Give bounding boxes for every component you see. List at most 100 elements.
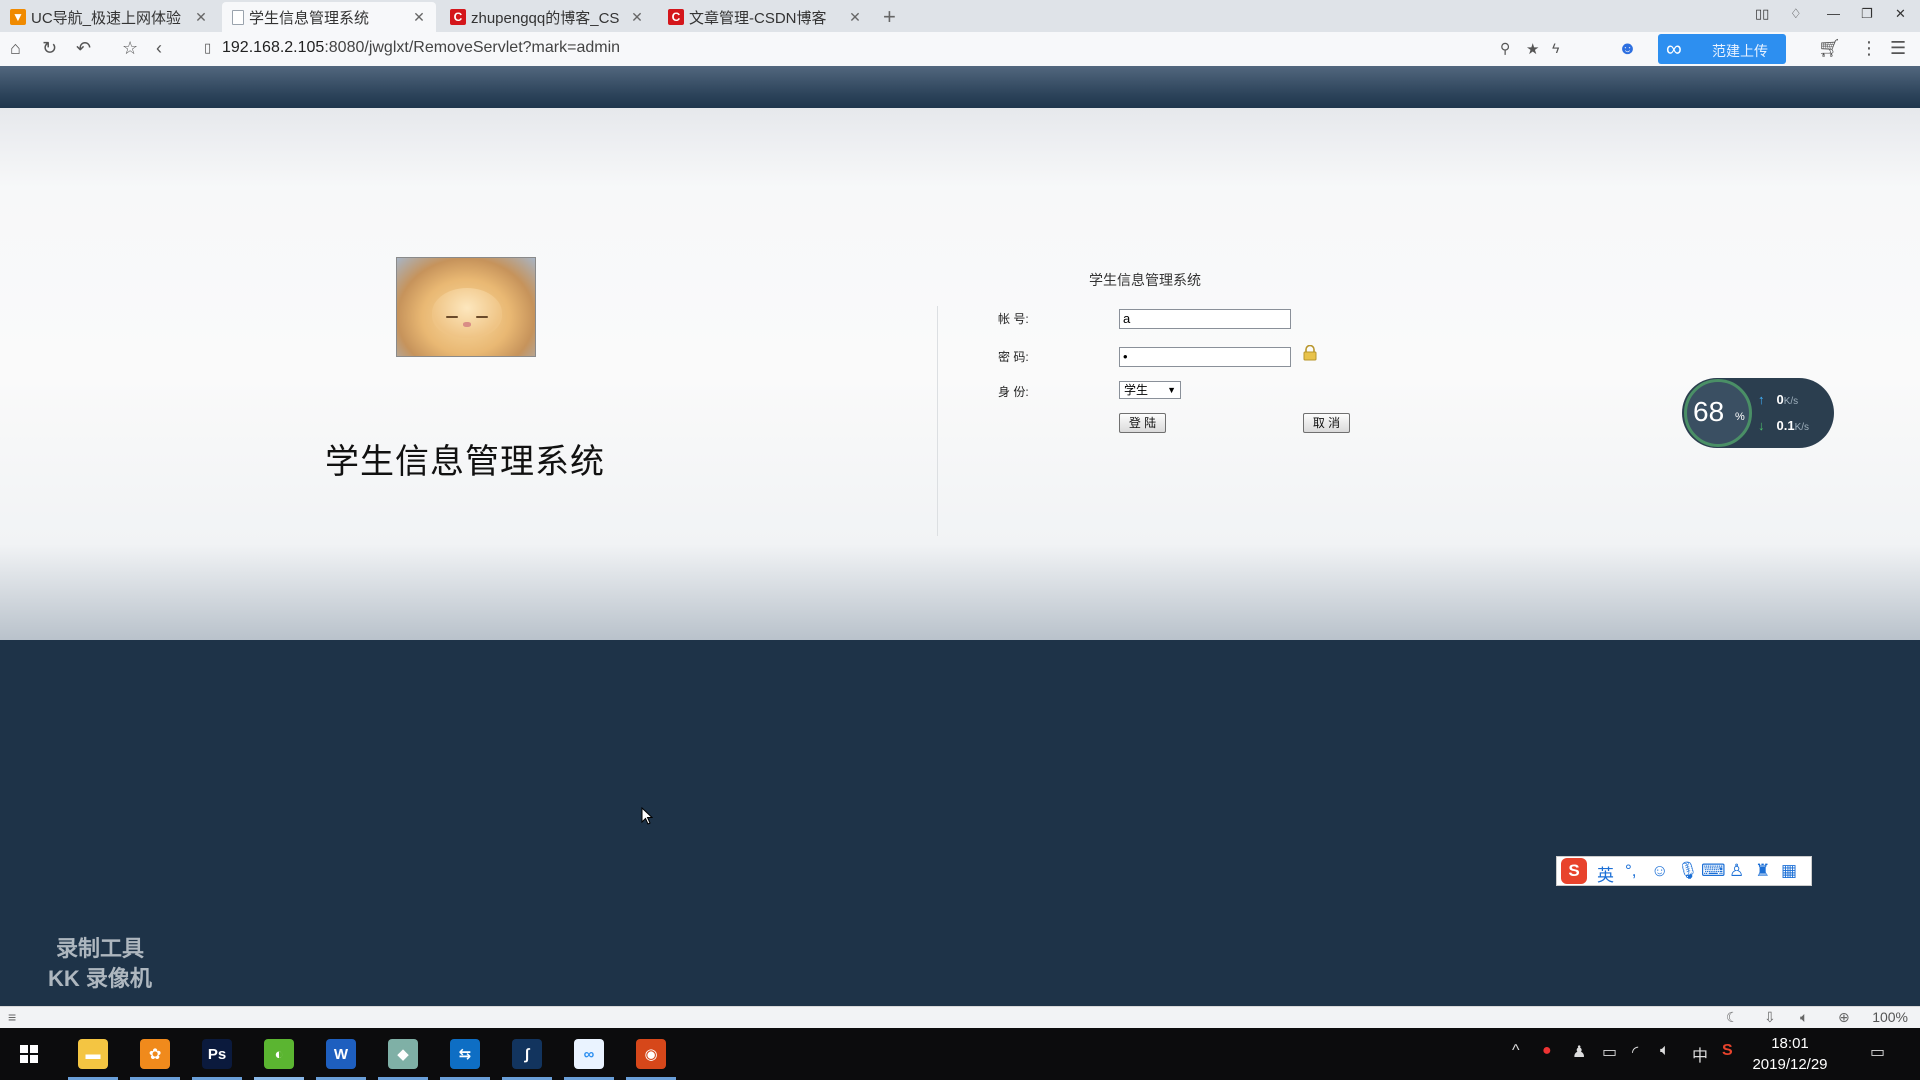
browser-tab-bar: ▼ UC导航_极速上网体验 ✕ 学生信息管理系统 ✕ C zhupengqq的博…	[0, 0, 1920, 32]
close-icon[interactable]: ✕	[410, 9, 428, 26]
star-icon[interactable]: ☆	[122, 38, 138, 59]
footer-band	[0, 640, 1920, 1006]
keyboard-icon[interactable]: ⌨	[1701, 861, 1726, 881]
tab-csdn-blog[interactable]: C zhupengqq的博客_CS ✕	[440, 2, 654, 32]
login-panel	[0, 108, 1920, 640]
reload-icon[interactable]: ↻	[42, 38, 57, 59]
microphone-icon[interactable]: 🎙︎	[1677, 861, 1699, 881]
notifications-icon[interactable]: ▭	[1870, 1042, 1885, 1062]
sidebar-toggle-icon[interactable]: ≡	[8, 1009, 16, 1025]
ime-lang-indicator[interactable]: 中	[1692, 1042, 1708, 1066]
kitten-face	[432, 288, 502, 338]
speed-unit: K/s	[1783, 396, 1799, 407]
restore-icon[interactable]: ❐	[1861, 6, 1873, 22]
upload-arrow-icon: ↑	[1758, 392, 1765, 407]
app-record-icon[interactable]: ◉	[636, 1039, 666, 1069]
watermark-line2: KK 录像机	[48, 966, 152, 991]
undo-icon[interactable]: ↶	[76, 38, 91, 59]
tab-csdn-articles[interactable]: C 文章管理-CSDN博客 ✕	[658, 2, 872, 32]
sogou-s-icon[interactable]: S	[1561, 858, 1587, 884]
tab-student-system[interactable]: 学生信息管理系统 ✕	[222, 2, 436, 32]
account-input[interactable]: a	[1119, 309, 1291, 329]
panel-divider	[937, 306, 938, 536]
form-title: 学生信息管理系统	[1089, 272, 1201, 288]
page-icon: ▯	[204, 40, 212, 55]
punctuation-icon[interactable]: °,	[1625, 861, 1637, 881]
windows-taskbar: ▬ ✿ Ps ◐ W ◆ ⇆ ∫ ∞ ◉ ^ ● ♟ ▭ ◜ 🔈︎ 中 S 18:01 2019/…	[0, 1028, 1920, 1080]
password-input[interactable]: •	[1119, 347, 1291, 367]
browser-status-bar: ≡ ☾ ⇩ 🔈︎ ⊕ 100%	[0, 1006, 1920, 1029]
skin-icon[interactable]: ♢	[1790, 6, 1802, 22]
volume-icon[interactable]: 🔈︎	[1800, 1009, 1808, 1026]
cart-icon[interactable]: 🛒︎	[1818, 38, 1841, 59]
nose	[463, 322, 471, 327]
role-select[interactable]: 学生 ▼	[1119, 381, 1181, 399]
app-green-icon[interactable]: ◐	[264, 1039, 294, 1069]
app-pen-icon[interactable]: ∫	[512, 1039, 542, 1069]
close-window-icon[interactable]: ✕	[1895, 6, 1906, 22]
recorder-watermark: 录制工具 KK 录像机	[30, 934, 170, 994]
file-explorer-icon[interactable]: ▬	[78, 1039, 108, 1069]
app-orange-icon[interactable]: ✿	[140, 1039, 170, 1069]
close-icon[interactable]: ✕	[846, 9, 864, 26]
windows-start-icon[interactable]	[20, 1045, 38, 1063]
lightning-icon[interactable]: ϟ	[1552, 40, 1559, 56]
upload-speed-value: 0	[1776, 392, 1784, 407]
toolbox-icon[interactable]: ▦	[1781, 861, 1797, 881]
zoom-level[interactable]: 100%	[1872, 1009, 1908, 1025]
role-selected-value: 学生	[1124, 383, 1149, 397]
download-speed-value: 0.1	[1776, 418, 1795, 433]
sogou-tray-icon[interactable]: S	[1722, 1042, 1733, 1060]
taskbar-clock[interactable]: 18:01 2019/12/29	[1740, 1033, 1840, 1075]
download-arrow-icon: ↓	[1758, 418, 1765, 433]
cancel-button[interactable]: 取 消	[1303, 413, 1350, 433]
more-icon[interactable]: ⋮	[1860, 38, 1878, 59]
download-icon[interactable]: ⇩	[1764, 1009, 1776, 1026]
new-tab-button[interactable]: +	[883, 4, 896, 30]
back-icon[interactable]: ‹	[156, 38, 162, 59]
baidu-cloud-icon[interactable]: ∞	[574, 1039, 604, 1069]
ime-toolbar[interactable]: S 英 °, ☺ 🎙︎ ⌨ ♙ ♜ ▦	[1556, 856, 1812, 886]
extension-icon[interactable]: ⚲	[1500, 40, 1510, 57]
kitten-image	[396, 257, 536, 357]
memory-percent: 68	[1693, 396, 1725, 427]
tab-uc-nav[interactable]: ▼ UC导航_极速上网体验 ✕	[0, 2, 218, 32]
close-icon[interactable]: ✕	[192, 9, 210, 26]
upload-label: 范建上传	[1712, 43, 1768, 59]
uc-favicon-icon: ▼	[10, 9, 26, 25]
teamviewer-icon[interactable]: ⇆	[450, 1039, 480, 1069]
password-label: 密 码:	[998, 350, 1029, 364]
page-favicon-icon	[232, 9, 244, 25]
ime-mode[interactable]: 英	[1597, 861, 1614, 886]
tray-app-icon[interactable]: ●	[1542, 1042, 1552, 1060]
speaker-icon[interactable]: 🔈︎	[1660, 1042, 1670, 1060]
emoji-icon[interactable]: ☺	[1651, 861, 1668, 881]
skin-shirt-icon[interactable]: ♜	[1755, 861, 1770, 881]
menu-icon[interactable]: ☰	[1890, 38, 1906, 59]
bookmark-star-icon[interactable]: ★	[1526, 40, 1539, 58]
minimize-icon[interactable]: —	[1827, 6, 1840, 21]
url-path: :8080/jwglxt/RemoveServlet?mark=admin	[324, 39, 621, 56]
wifi-icon[interactable]: ◜	[1632, 1042, 1638, 1062]
tray-expand-icon[interactable]: ^	[1512, 1042, 1520, 1060]
upload-button[interactable]: ∞ 范建上传	[1658, 34, 1786, 64]
user-icon[interactable]: ♙	[1729, 861, 1744, 881]
home-icon[interactable]: ⌂	[10, 38, 21, 59]
csdn-favicon-icon: C	[668, 9, 684, 25]
page-content: 学生信息管理系统 学生信息管理系统 帐 号: a 密 码: • 身 份: 学生 …	[0, 66, 1920, 1006]
login-button[interactable]: 登 陆	[1119, 413, 1166, 433]
speed-unit: K/s	[1794, 422, 1810, 433]
baidu-paw-icon[interactable]: ☻	[1618, 38, 1637, 59]
zoom-icon[interactable]: ⊕	[1838, 1009, 1850, 1026]
night-mode-icon[interactable]: ☾	[1726, 1009, 1739, 1026]
battery-icon[interactable]: ▭	[1602, 1042, 1617, 1062]
notes-icon[interactable]: ◆	[388, 1039, 418, 1069]
browser-nav-bar: ⌂ ↻ ↶ ☆ ‹ ▯ 192.168.2.105:8080/jwglxt/Re…	[0, 32, 1920, 67]
photoshop-icon[interactable]: Ps	[202, 1039, 232, 1069]
close-icon[interactable]: ✕	[628, 9, 646, 26]
word-icon[interactable]: W	[326, 1039, 356, 1069]
split-view-icon[interactable]: ▯▯	[1755, 6, 1769, 22]
account-label: 帐 号:	[998, 312, 1029, 326]
address-bar[interactable]: 192.168.2.105:8080/jwglxt/RemoveServlet?…	[222, 39, 620, 57]
tray-qq-icon[interactable]: ♟	[1572, 1042, 1586, 1062]
